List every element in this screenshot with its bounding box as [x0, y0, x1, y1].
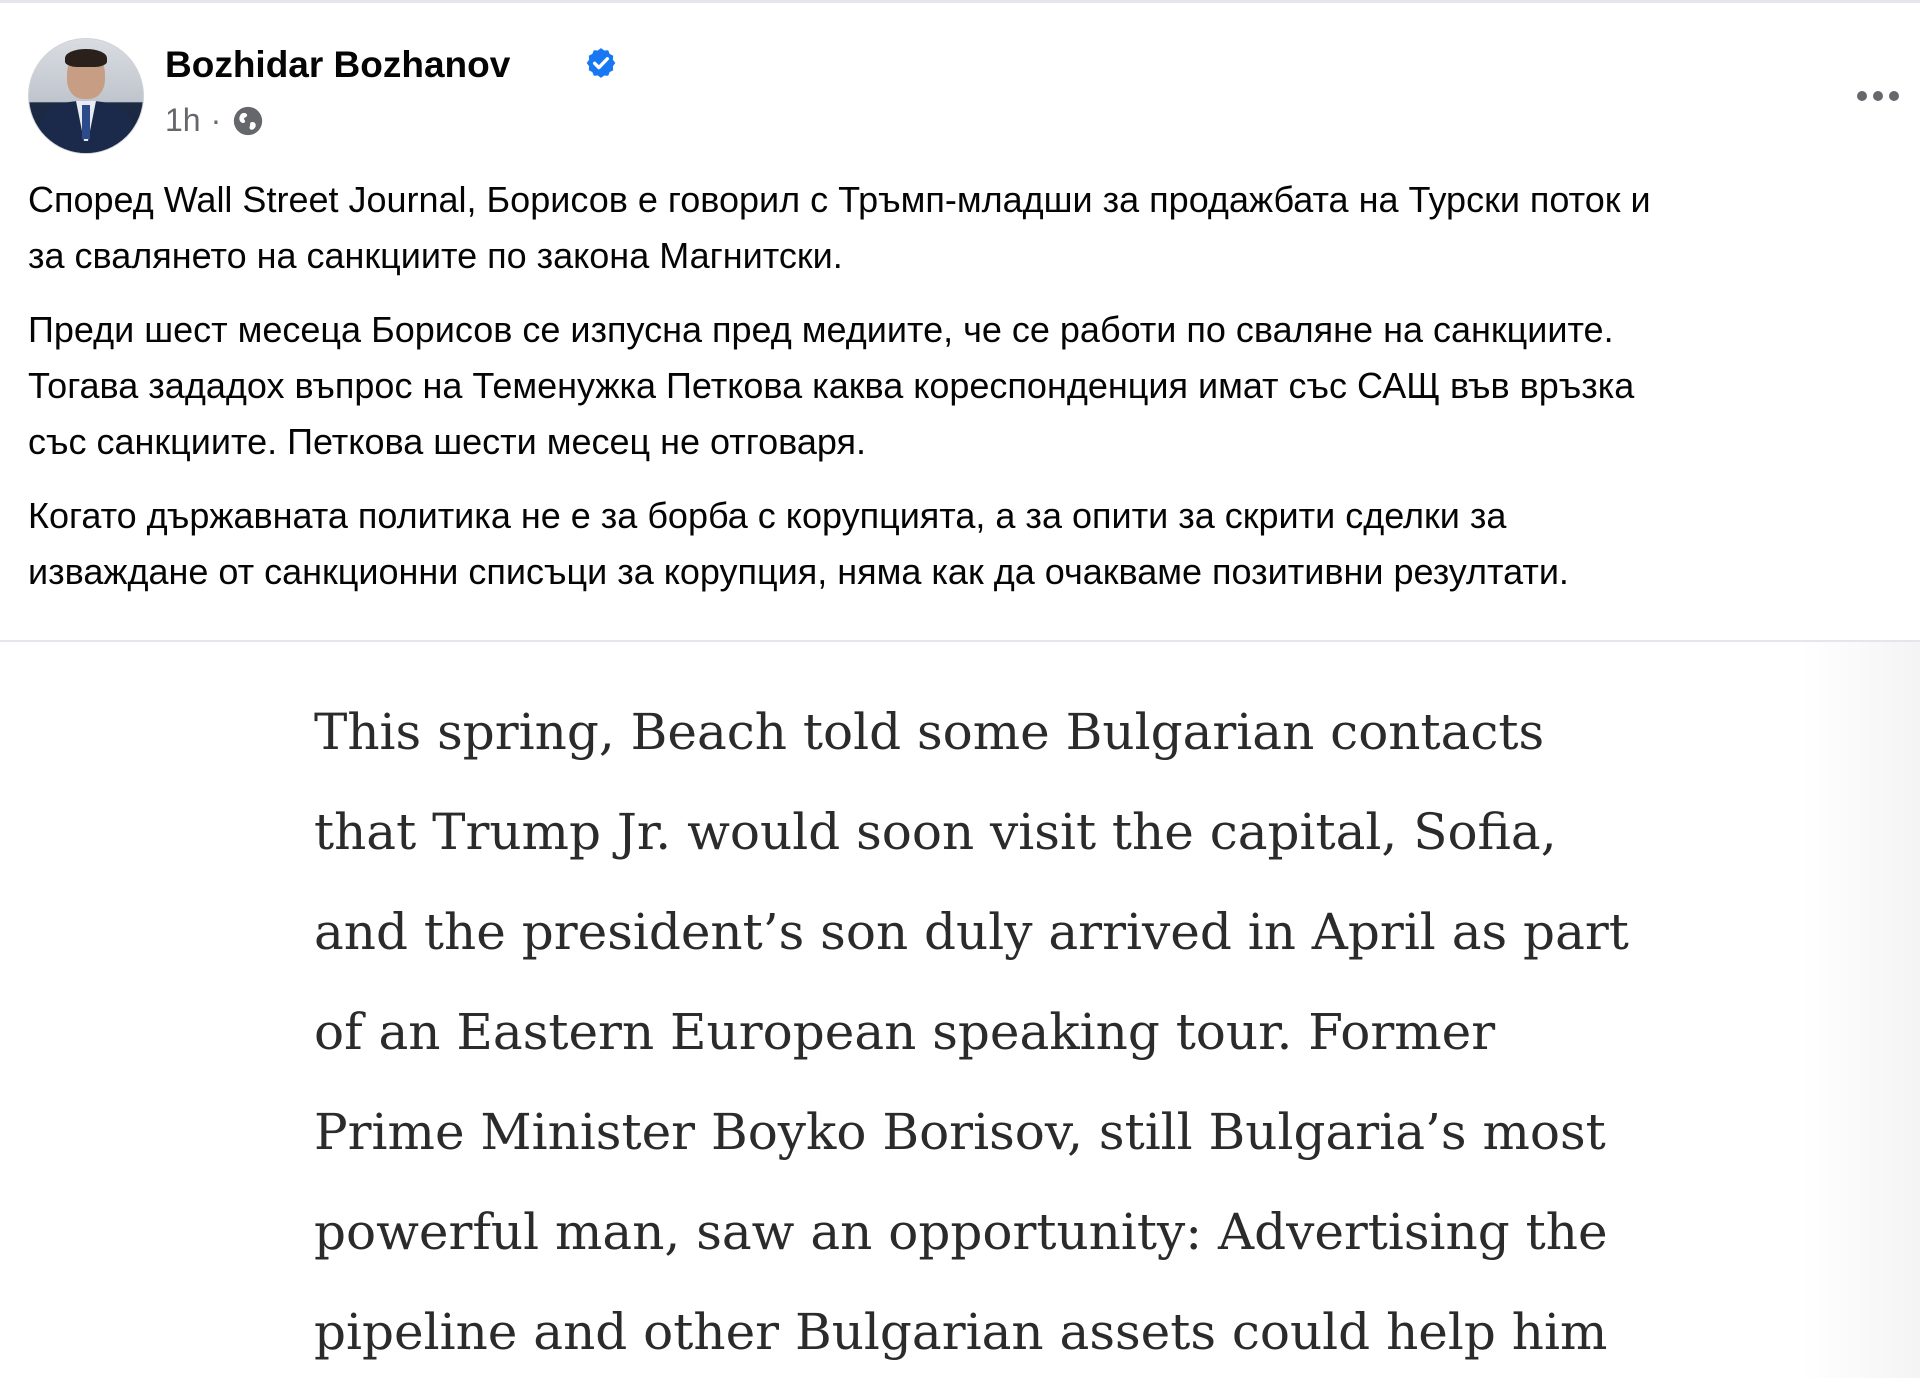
article-line: This spring, Beach told some Bulgarian c…: [314, 703, 1545, 761]
post-time[interactable]: 1h: [165, 102, 201, 139]
more-options-icon[interactable]: [1848, 78, 1908, 114]
article-line: powerful man, saw an opportunity: Advert…: [314, 1203, 1608, 1261]
article-line: pipeline and other Bulgarian assets coul…: [314, 1303, 1608, 1361]
post-paragraph: Когато държавната политика не е за борба…: [28, 495, 1569, 592]
article-screenshot-image[interactable]: This spring, Beach told some Bulgarian c…: [0, 642, 1920, 1378]
article-line: Prime Minister Boyko Borisov, still Bulg…: [314, 1103, 1606, 1161]
article-line: that Trump Jr. would soon visit the capi…: [314, 803, 1557, 861]
article-excerpt: This spring, Beach told some Bulgarian c…: [314, 682, 1714, 1378]
globe-icon[interactable]: [231, 104, 265, 138]
post-paragraph: Според Wall Street Journal, Борисов е го…: [28, 179, 1651, 276]
post-text: Според Wall Street Journal, Борисов е го…: [28, 172, 1908, 618]
post-header: Bozhidar Bozhanov 1h ·: [28, 34, 1908, 154]
article-line: of an Eastern European speaking tour. Fo…: [314, 1003, 1496, 1061]
author-name[interactable]: Bozhidar Bozhanov: [165, 44, 510, 86]
post-meta: 1h ·: [165, 102, 265, 139]
post-paragraph: Преди шест месеца Борисов се изпусна пре…: [28, 309, 1635, 462]
article-line: and the president’s son duly arrived in …: [314, 903, 1629, 961]
top-divider: [0, 0, 1920, 3]
author-avatar[interactable]: [28, 38, 144, 154]
meta-separator: ·: [210, 102, 222, 138]
verified-badge-icon: [586, 48, 616, 78]
